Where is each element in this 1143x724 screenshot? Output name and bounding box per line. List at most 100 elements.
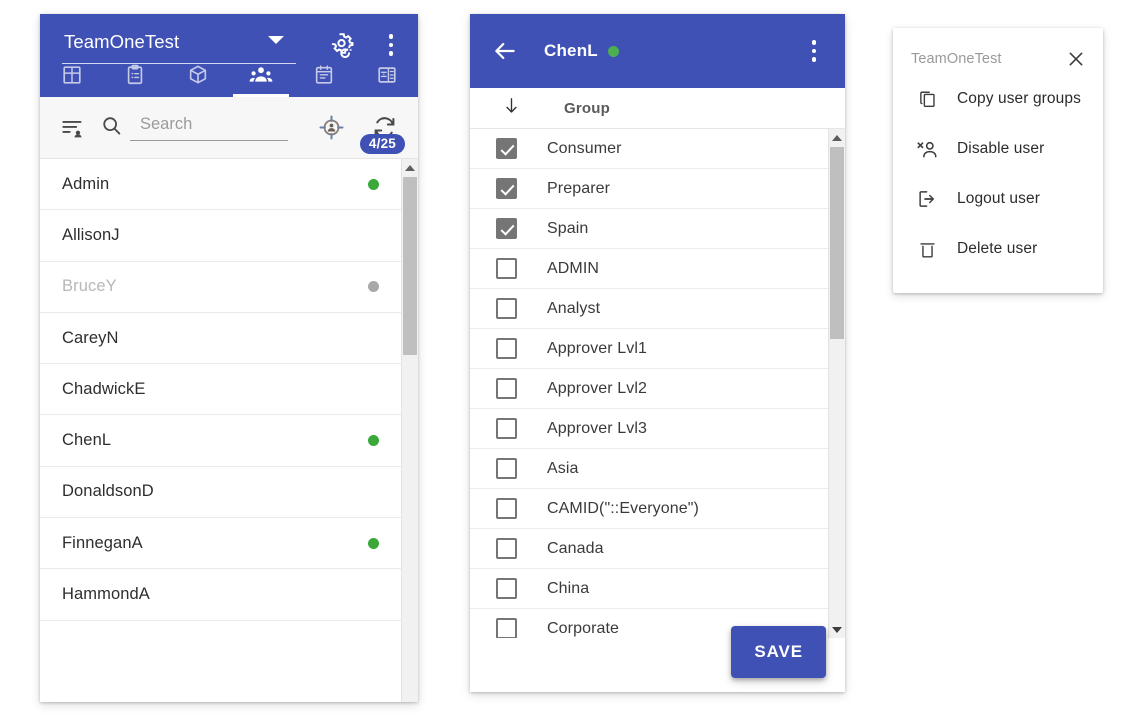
user-name-label: HammondA (62, 585, 150, 604)
group-list-item[interactable]: Analyst (470, 289, 828, 329)
group-name-label: Approver Lvl2 (547, 379, 648, 397)
user-name-label: BruceY (62, 277, 117, 296)
users-toolbar: 4/25 (40, 97, 418, 159)
user-list-item[interactable]: HammondA (40, 569, 401, 621)
tab-tasks[interactable] (103, 53, 166, 97)
groups-column-header: Group (470, 88, 845, 129)
group-name-label: Preparer (547, 179, 611, 197)
group-list-item[interactable]: Approver Lvl3 (470, 409, 828, 449)
group-name-label: Canada (547, 539, 604, 557)
group-list-item[interactable]: Consumer (470, 129, 828, 169)
user-groups-appbar: ChenL (470, 14, 845, 88)
column-header-group[interactable]: Group (564, 100, 610, 117)
user-list-item[interactable]: Admin (40, 159, 401, 211)
tab-packages[interactable] (166, 53, 229, 97)
menu-item-disable-user[interactable]: Disable user (893, 124, 1103, 174)
menu-item-label: Copy user groups (957, 90, 1081, 107)
group-name-label: CAMID("::Everyone") (547, 499, 699, 517)
menu-item-logout-user[interactable]: Logout user (893, 174, 1103, 224)
user-name-label: CareyN (62, 328, 119, 347)
scrollbar-thumb[interactable] (830, 147, 844, 339)
scrollbar-thumb[interactable] (403, 177, 417, 355)
context-menu-header: TeamOneTest (893, 28, 1103, 74)
checkbox-unchecked-icon[interactable] (496, 378, 517, 399)
checkbox-unchecked-icon[interactable] (496, 418, 517, 439)
user-status-dot (368, 537, 379, 549)
user-list-item[interactable]: BruceY (40, 261, 401, 313)
user-list-item[interactable]: AllisonJ (40, 210, 401, 262)
users-list-area: Admin AllisonJ BruceY CareyN ChadwickE ChenL D… (40, 159, 418, 702)
users-panel: TeamOneTest Search 4/25 Admin AllisonJ B… (40, 14, 418, 702)
user-groups-overflow-menu-icon[interactable] (803, 38, 825, 64)
users-list: Admin AllisonJ BruceY CareyN ChadwickE ChenL D… (40, 159, 401, 702)
menu-item-delete-user[interactable]: Delete user (893, 224, 1103, 274)
filter-list-icon[interactable] (60, 115, 86, 141)
save-button[interactable]: SAVE (731, 626, 826, 678)
checkbox-unchecked-icon[interactable] (496, 338, 517, 359)
logout-icon (914, 188, 940, 210)
group-list-item[interactable]: Approver Lvl1 (470, 329, 828, 369)
checkbox-unchecked-icon[interactable] (496, 458, 517, 479)
checkbox-unchecked-icon[interactable] (496, 258, 517, 279)
close-icon[interactable] (1065, 48, 1087, 70)
scroll-down-arrow-icon[interactable] (829, 621, 845, 638)
back-arrow-icon[interactable] (492, 38, 518, 64)
chevron-down-icon[interactable] (268, 36, 284, 44)
tab-dashboard[interactable] (40, 53, 103, 97)
scroll-up-arrow-icon[interactable] (829, 129, 845, 146)
group-name-label: Asia (547, 459, 579, 477)
group-list-item[interactable]: Preparer (470, 169, 828, 209)
search-icon (100, 114, 123, 142)
group-list-item[interactable]: China (470, 569, 828, 609)
user-list-item[interactable]: FinneganA (40, 518, 401, 570)
menu-item-label: Disable user (957, 140, 1045, 157)
user-name-label: ChadwickE (62, 379, 146, 398)
search-box[interactable] (100, 114, 288, 142)
user-list-item[interactable]: ChenL (40, 415, 401, 467)
groups-list-scrollbar[interactable] (828, 129, 845, 638)
search-input[interactable] (138, 114, 288, 135)
user-name-label: ChenL (62, 431, 112, 450)
tab-reports[interactable] (355, 53, 418, 97)
checkbox-unchecked-icon[interactable] (496, 498, 517, 519)
checkbox-checked-icon[interactable] (496, 138, 517, 159)
trash-icon (914, 239, 940, 260)
sort-descending-icon[interactable] (502, 96, 521, 120)
checkbox-unchecked-icon[interactable] (496, 578, 517, 599)
checkbox-unchecked-icon[interactable] (496, 298, 517, 319)
user-status-dot (607, 45, 619, 57)
menu-item-copy-user-groups[interactable]: Copy user groups (893, 74, 1103, 124)
checkbox-unchecked-icon[interactable] (496, 538, 517, 559)
group-list-item[interactable]: Spain (470, 209, 828, 249)
group-list-item[interactable]: CAMID("::Everyone") (470, 489, 828, 529)
groups-list: Consumer Preparer Spain ADMIN Analyst Approve… (470, 129, 828, 638)
user-list-item[interactable]: ChadwickE (40, 364, 401, 416)
group-list-item[interactable]: Approver Lvl2 (470, 369, 828, 409)
context-menu-title: TeamOneTest (911, 51, 1002, 67)
checkbox-checked-icon[interactable] (496, 218, 517, 239)
copy-icon (914, 89, 940, 110)
group-list-item[interactable]: Asia (470, 449, 828, 489)
search-underline (130, 114, 288, 141)
user-name-label: Admin (62, 174, 110, 193)
selected-user-name: ChenL (544, 41, 598, 60)
groups-footer: SAVE (470, 626, 845, 692)
locate-user-icon[interactable] (318, 114, 345, 141)
group-name-label: Analyst (547, 299, 601, 317)
users-panel-appbar: TeamOneTest (40, 14, 418, 97)
checkbox-checked-icon[interactable] (496, 178, 517, 199)
group-list-item[interactable]: Canada (470, 529, 828, 569)
tab-schedule[interactable] (292, 53, 355, 97)
tab-users[interactable] (229, 53, 292, 97)
scroll-up-arrow-icon[interactable] (402, 159, 418, 176)
users-list-scrollbar[interactable] (401, 159, 418, 702)
user-status-dot (368, 435, 379, 447)
screen: TeamOneTest Search 4/25 Admin AllisonJ B… (0, 0, 1143, 724)
checkbox-unchecked-icon[interactable] (496, 618, 517, 638)
group-name-label: Approver Lvl3 (547, 419, 648, 437)
menu-item-label: Logout user (957, 190, 1040, 207)
user-list-item[interactable]: CareyN (40, 312, 401, 365)
group-list-item[interactable]: ADMIN (470, 249, 828, 289)
user-list-item[interactable]: DonaldsonD (40, 466, 401, 519)
panel-tabs (40, 53, 418, 97)
